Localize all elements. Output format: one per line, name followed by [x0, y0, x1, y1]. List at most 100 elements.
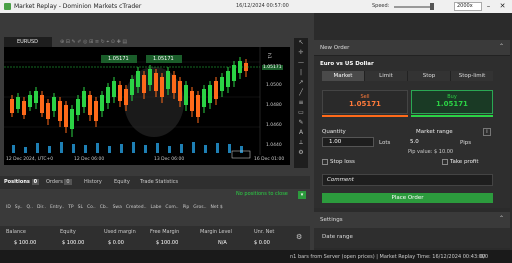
tab-market[interactable]: Market: [322, 71, 364, 81]
col-header[interactable]: Created..: [126, 205, 147, 214]
buy-price: 1.05171: [436, 100, 468, 108]
take-profit-label: Take profit: [450, 159, 479, 165]
col-header[interactable]: Pip: [183, 205, 190, 214]
tab-equity[interactable]: Equity: [114, 176, 130, 189]
x-tick: 12 Dec 06:00: [74, 157, 105, 162]
chevron-up-icon[interactable]: ⌃: [499, 43, 504, 50]
replay-date: 16/12/2024 00:57:00: [236, 3, 289, 9]
free-margin-value: $ 100.00: [156, 240, 179, 246]
col-header[interactable]: Labe: [151, 205, 162, 214]
col-header[interactable]: Dir..: [37, 205, 46, 214]
tab-positions[interactable]: Positions 0: [4, 176, 40, 189]
positions-count: 0: [31, 179, 40, 185]
gear-icon[interactable]: ⚙: [296, 233, 302, 241]
text-icon[interactable]: A: [294, 128, 308, 138]
col-header[interactable]: Entry..: [50, 205, 64, 214]
col-header[interactable]: Sy..: [15, 205, 23, 214]
info-icon[interactable]: i: [483, 128, 491, 136]
speed-select[interactable]: 2000x: [454, 2, 482, 11]
drawing-toolbar: ↖ ✛ — | ↗ ╱ ≡ ▭ ✎ A ⟂ ⚙: [294, 38, 308, 168]
used-margin-label: Used margin: [104, 229, 136, 235]
bid-price-label: 1.05171: [108, 56, 129, 62]
y-tick: 1.0440: [266, 143, 282, 148]
y-tick: 1.0500: [266, 83, 282, 88]
orders-count: 0: [64, 179, 72, 185]
col-header[interactable]: Q..: [27, 205, 33, 214]
comment-field[interactable]: Comment: [322, 174, 493, 186]
buy-button[interactable]: Buy 1.05171: [411, 90, 493, 114]
tab-orders[interactable]: Orders 0: [46, 176, 72, 189]
pip-value: Pip value: $ 10.00: [408, 149, 454, 155]
stop-loss-checkbox[interactable]: [322, 159, 328, 165]
ruler-icon[interactable]: ⟂: [294, 138, 308, 148]
sell-button[interactable]: Sell 1.05171: [322, 90, 408, 114]
minimize-icon[interactable]: –: [482, 0, 495, 13]
chevron-up-icon[interactable]: ⌃: [499, 215, 504, 222]
order-panel-header: New Order: [314, 40, 510, 56]
price-chart[interactable]: 1.05171 1.05171 1.05171 1.0500 1.0480 1.…: [4, 47, 290, 165]
y-tick-current: 1.05171: [262, 65, 283, 70]
speed-label: Speed:: [372, 3, 390, 9]
window-title: Market Replay - Dominion Markets cTrader: [14, 3, 142, 10]
quantity-label: Quantity: [322, 129, 346, 135]
col-header[interactable]: Swa: [113, 205, 122, 214]
timeframe-label[interactable]: h1: [266, 53, 271, 59]
speed-slider-handle[interactable]: [430, 3, 434, 10]
close-icon[interactable]: ✕: [496, 0, 509, 13]
tab-stop[interactable]: Stop: [407, 71, 450, 81]
used-margin-value: $ 0.00: [108, 240, 124, 246]
instrument-name: Euro vs US Dollar: [320, 61, 374, 67]
trendline-icon[interactable]: ╱: [294, 88, 308, 98]
x-tick: 13 Dec 06:00: [154, 157, 185, 162]
take-profit-checkbox[interactable]: [442, 159, 448, 165]
col-header[interactable]: ID: [6, 205, 11, 214]
settings-header: Settings: [314, 212, 510, 228]
order-type-tabs: Market Limit Stop Stop-limit: [322, 71, 493, 81]
horizontal-line-icon[interactable]: —: [294, 58, 308, 68]
status-bar: n1 bars from Server (open prices) | Mark…: [0, 250, 512, 263]
col-header[interactable]: SL: [78, 205, 83, 214]
positions-header: ID Sy.. Q.. Dir.. Entry.. TP SL Co.. Cb.…: [6, 205, 306, 214]
col-header[interactable]: Cb..: [100, 205, 109, 214]
col-header[interactable]: Com..: [165, 205, 178, 214]
tab-limit[interactable]: Limit: [364, 71, 407, 81]
chart-tab[interactable]: EURUSD: [4, 37, 52, 47]
fibonacci-icon[interactable]: ≡: [294, 98, 308, 108]
unr-net-value: $ 0.00: [254, 240, 270, 246]
app-icon: [4, 3, 11, 10]
market-range-field[interactable]: 5.0: [410, 139, 419, 145]
col-header[interactable]: Net $: [211, 205, 223, 214]
crosshair-icon[interactable]: ✛: [294, 48, 308, 58]
col-header[interactable]: TP: [68, 205, 73, 214]
y-tick: 1.0460: [266, 123, 282, 128]
tab-stop-limit[interactable]: Stop-limit: [450, 71, 493, 81]
tab-history[interactable]: History: [84, 176, 102, 189]
col-header[interactable]: Gros..: [193, 205, 206, 214]
speed-slider[interactable]: [394, 6, 434, 8]
sell-price: 1.05171: [349, 100, 381, 108]
cursor-icon[interactable]: ↖: [294, 38, 308, 48]
chevron-down-icon[interactable]: ▾: [298, 191, 306, 199]
col-header[interactable]: Co..: [87, 205, 96, 214]
status-text: n1 bars from Server (open prices) | Mark…: [290, 254, 486, 260]
unr-net-label: Unr. Net: [254, 229, 275, 235]
place-order-button[interactable]: Place Order: [322, 193, 493, 203]
pencil-icon[interactable]: ✎: [294, 118, 308, 128]
margin-level-value: N/A: [218, 240, 227, 246]
y-tick: 1.0480: [266, 103, 282, 108]
margin-level-label: Margin Level: [200, 229, 232, 235]
market-range-unit: Pips: [460, 140, 472, 146]
chart-toolbar: ⊕ ⊟ ✎ ✐ ◎ ⊞ ≡ ↻ ⌖ ⊙ ✚ ▤: [60, 39, 128, 45]
tab-trade-statistics[interactable]: Trade Statistics: [140, 176, 178, 189]
equity-value: $ 100.00: [62, 240, 85, 246]
symbol-label: EURUSD: [17, 39, 38, 45]
sell-indicator: [322, 115, 408, 117]
settings-icon[interactable]: ⚙: [294, 148, 308, 158]
balance-label: Balance: [6, 229, 26, 235]
rectangle-icon[interactable]: ▭: [294, 108, 308, 118]
free-margin-label: Free Margin: [150, 229, 180, 235]
vertical-line-icon[interactable]: |: [294, 68, 308, 78]
quantity-unit: Lots: [379, 140, 391, 146]
ray-icon[interactable]: ↗: [294, 78, 308, 88]
quantity-field[interactable]: 1.00: [322, 137, 374, 147]
